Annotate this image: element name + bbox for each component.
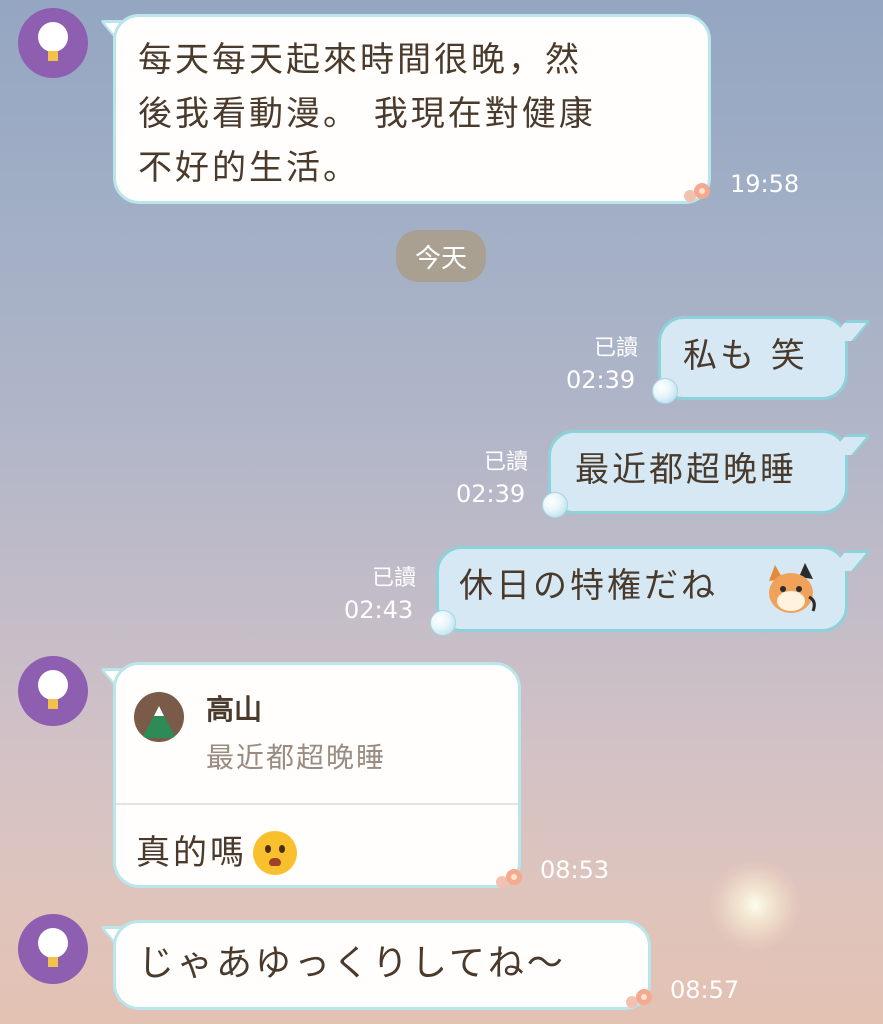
reply-sender-avatar xyxy=(134,692,184,742)
message-text: 休日の特権だね xyxy=(459,566,718,606)
bubble-decoration-icon xyxy=(652,378,678,404)
fox-emoji-icon xyxy=(769,563,816,613)
message-line: 不好的生活。 xyxy=(138,148,360,188)
lightbulb-icon xyxy=(38,928,68,967)
message-text: 真的嗎 xyxy=(136,833,247,873)
bubble-decoration-icon xyxy=(430,610,456,636)
reply-divider xyxy=(116,803,518,805)
message-time: 02:39 xyxy=(566,366,636,394)
message-bubble-outgoing[interactable]: 私も 笑 xyxy=(658,316,848,400)
flower-decoration-icon xyxy=(626,989,652,1008)
read-receipt: 已讀 xyxy=(593,336,638,361)
message-line: 每天每天起來時間很晚，然 xyxy=(138,40,582,80)
message-time: 02:43 xyxy=(344,596,414,624)
message-time: 08:57 xyxy=(670,976,740,1004)
lightbulb-icon xyxy=(38,22,68,61)
date-separator: 今天 xyxy=(396,230,486,282)
message-time: 08:53 xyxy=(540,856,610,884)
message-time: 02:39 xyxy=(456,480,526,508)
contact-avatar[interactable] xyxy=(18,656,88,726)
bubble-decoration-icon xyxy=(542,492,568,518)
message-bubble-incoming[interactable]: 每天每天起來時間很晚，然 後我看動漫。 我現在對健康 不好的生活。 xyxy=(113,14,711,204)
message-bubble-incoming[interactable]: じゃあゆっくりしてね〜 xyxy=(113,920,651,1010)
message-line: 後我看動漫。 我現在對健康 xyxy=(138,94,596,134)
mountain-icon xyxy=(142,706,176,738)
message-text: 私も 笑 xyxy=(683,336,808,376)
contact-avatar[interactable] xyxy=(18,8,88,78)
contact-avatar[interactable] xyxy=(18,914,88,984)
reply-sender-name: 高山 xyxy=(206,693,263,726)
message-text: 最近都超晚睡 xyxy=(575,450,797,490)
message-time: 19:58 xyxy=(730,170,800,198)
flower-decoration-icon xyxy=(496,869,522,888)
message-bubble-outgoing[interactable]: 最近都超晚睡 xyxy=(548,430,848,514)
read-receipt: 已讀 xyxy=(483,450,528,475)
read-receipt: 已讀 xyxy=(371,566,416,591)
worried-face-emoji-icon xyxy=(253,831,297,875)
background-sun xyxy=(710,860,800,950)
flower-decoration-icon xyxy=(684,183,710,202)
lightbulb-icon xyxy=(38,670,68,709)
reply-quoted-text: 最近都超晚睡 xyxy=(206,741,387,774)
message-text: じゃあゆっくりしてね〜 xyxy=(138,943,566,984)
message-bubble-outgoing[interactable]: 休日の特権だね xyxy=(436,546,848,632)
